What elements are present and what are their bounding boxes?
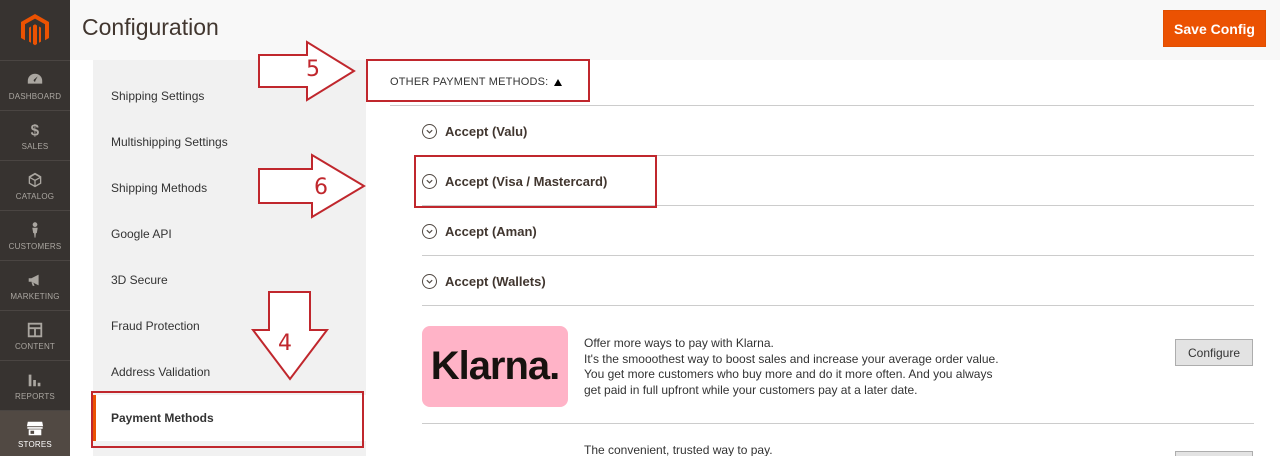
cube-icon	[28, 172, 42, 187]
nav-label: SALES	[21, 141, 49, 151]
group-label: Accept (Wallets)	[445, 273, 546, 289]
page-title: Configuration	[82, 14, 219, 40]
amazon-pay-description: The convenient, trusted way to pay.	[584, 443, 773, 456]
amazon-pay-logo: amazon pay	[422, 444, 568, 456]
nav-label: CATALOG	[15, 191, 55, 201]
annotation-box-payment-methods	[91, 391, 364, 448]
dashboard-icon	[27, 73, 43, 84]
sidebar-item-label: Shipping Settings	[111, 89, 205, 103]
amazon-configure-button[interactable]	[1175, 451, 1253, 456]
nav-label: CONTENT	[14, 341, 56, 351]
klarna-logo: Klarna.	[422, 326, 568, 407]
magento-admin-page: DASHBOARD $ SALES CATALOG CUSTOMERS MARK…	[0, 0, 1280, 456]
nav-item-customers[interactable]: CUSTOMERS	[0, 210, 70, 260]
sidebar-item-label: Address Validation	[111, 365, 211, 379]
main-content: OTHER PAYMENT METHODS: Accept (Valu) Acc…	[366, 60, 1280, 456]
annotation-box-visa-mastercard	[414, 155, 657, 208]
annotation-number-6: 6	[314, 175, 328, 200]
divider	[422, 423, 1254, 424]
nav-label: DASHBOARD	[8, 91, 62, 101]
annotation-number-4: 4	[278, 331, 292, 356]
klarna-line: It's the smooothest way to boost sales a…	[584, 351, 999, 366]
person-icon	[32, 221, 38, 238]
bar-chart-icon	[28, 374, 41, 386]
nav-item-sales[interactable]: $ SALES	[0, 110, 70, 160]
klarna-description: Offer more ways to pay with Klarna. It's…	[584, 336, 1004, 398]
klarna-configure-button[interactable]: Configure	[1175, 339, 1253, 366]
klarna-line: Offer more ways to pay with Klarna.	[584, 336, 774, 350]
group-accept-wallets[interactable]: Accept (Wallets)	[422, 256, 546, 306]
divider	[422, 255, 1254, 256]
annotation-number-5: 5	[306, 57, 320, 82]
sidebar-item-label: Multishipping Settings	[111, 135, 228, 149]
magento-logo[interactable]	[0, 0, 70, 60]
arrow-right-icon	[258, 153, 366, 219]
nav-item-catalog[interactable]: CATALOG	[0, 160, 70, 210]
save-config-button[interactable]: Save Config	[1163, 10, 1266, 47]
svg-text:$: $	[31, 122, 40, 139]
klarna-line: You get more customers who buy more and …	[584, 367, 993, 381]
annotation-box-other-payment-methods	[366, 59, 590, 102]
nav-item-dashboard[interactable]: DASHBOARD	[0, 60, 70, 110]
store-icon	[26, 421, 44, 435]
sidebar-item-label: 3D Secure	[111, 273, 168, 287]
page-header: Configuration Save Config	[70, 0, 1280, 60]
sidebar-item-label: Google API	[111, 227, 172, 241]
admin-nav: DASHBOARD $ SALES CATALOG CUSTOMERS MARK…	[0, 0, 70, 456]
nav-item-stores[interactable]: STORES	[0, 410, 70, 456]
sidebar-item-label: Fraud Protection	[111, 319, 200, 333]
group-label: Accept (Valu)	[445, 123, 528, 139]
klarna-line: get paid in full upfront while your cust…	[584, 382, 918, 397]
layout-icon	[27, 322, 43, 337]
nav-item-marketing[interactable]: MARKETING	[0, 260, 70, 310]
nav-item-reports[interactable]: REPORTS	[0, 360, 70, 410]
nav-item-content[interactable]: CONTENT	[0, 310, 70, 360]
nav-label: MARKETING	[10, 291, 60, 301]
group-accept-valu[interactable]: Accept (Valu)	[422, 106, 527, 156]
chevron-down-circle-icon	[422, 123, 437, 139]
chevron-down-circle-icon	[422, 223, 437, 239]
group-accept-aman[interactable]: Accept (Aman)	[422, 206, 537, 256]
chevron-down-circle-icon	[422, 273, 437, 289]
nav-label: CUSTOMERS	[8, 241, 62, 251]
nav-label: STORES	[18, 439, 52, 449]
divider	[422, 305, 1254, 306]
nav-label: REPORTS	[15, 391, 55, 401]
sidebar-item-label: Shipping Methods	[111, 181, 208, 195]
dollar-icon: $	[31, 122, 40, 139]
group-label: Accept (Aman)	[445, 223, 537, 239]
megaphone-icon	[28, 274, 39, 286]
